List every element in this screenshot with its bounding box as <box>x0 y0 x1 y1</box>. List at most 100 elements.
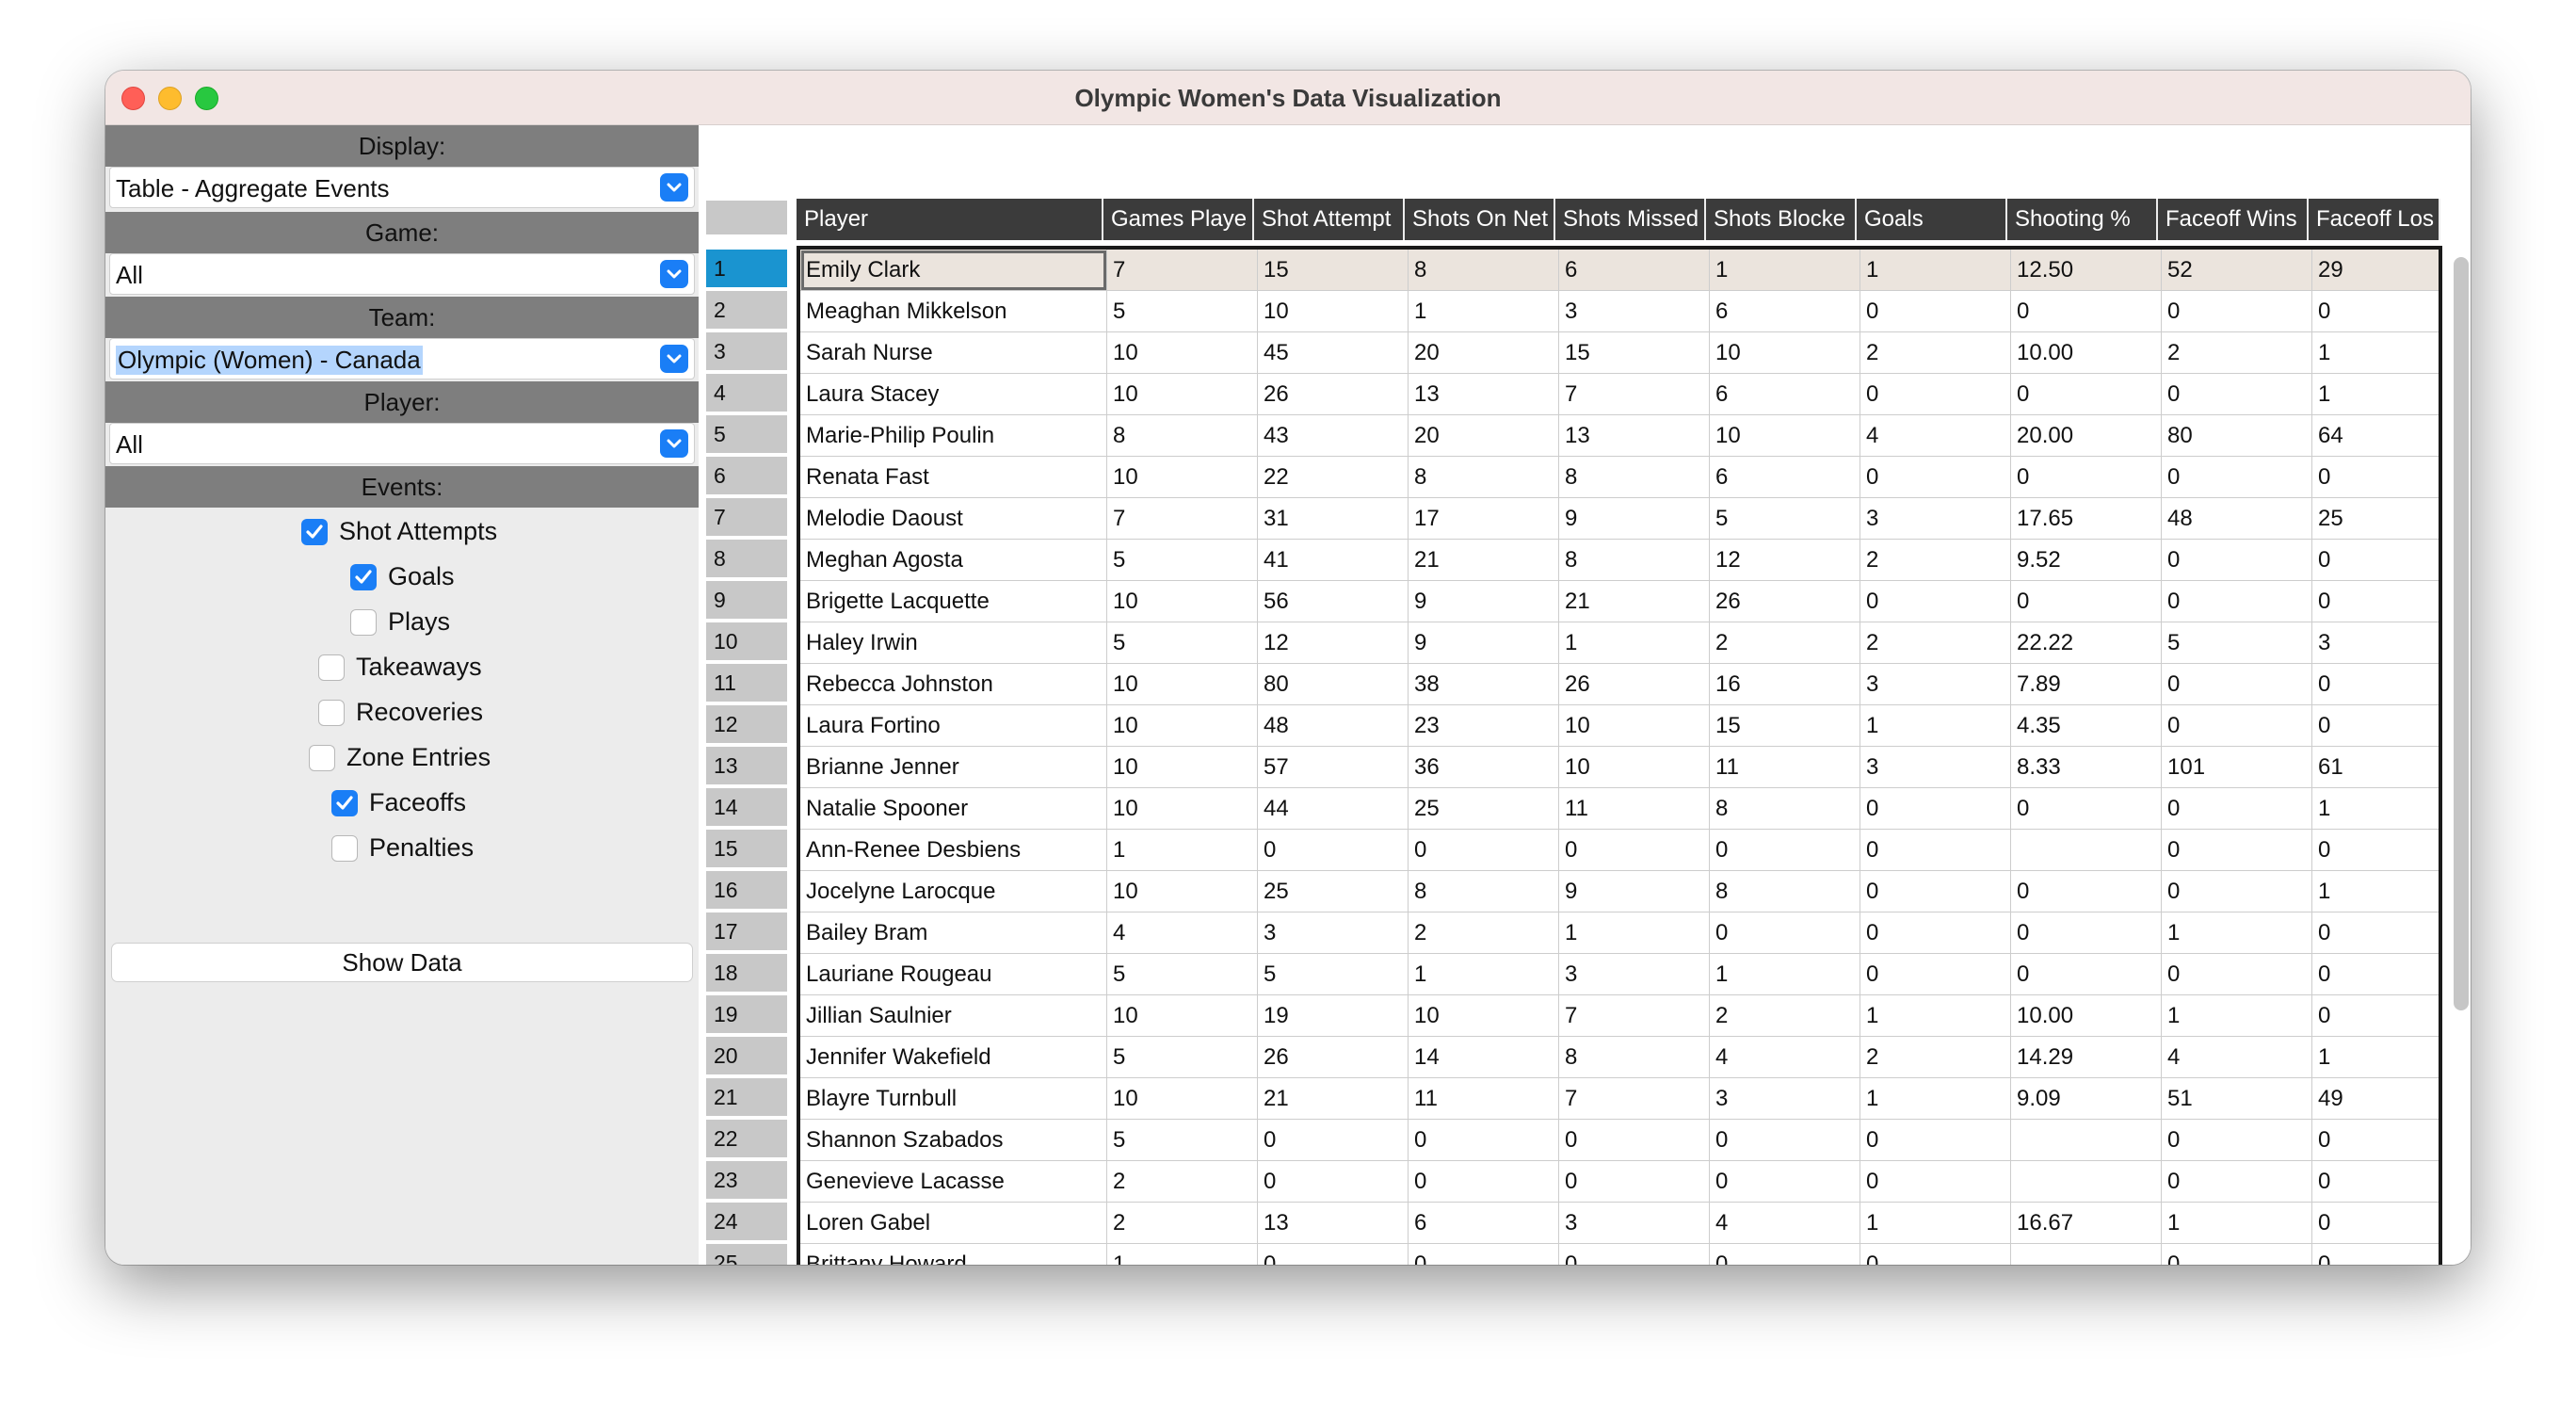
table-row[interactable]: Rebecca Johnston 10 80 38 26 16 3 7.89 0 0 <box>800 664 2439 705</box>
row-number[interactable]: 15 <box>706 830 787 869</box>
table-cell[interactable]: 0 <box>1409 1244 1559 1265</box>
table-cell[interactable]: 0 <box>2011 291 2162 332</box>
table-cell[interactable]: 56 <box>1258 581 1409 622</box>
table-cell[interactable]: 0 <box>1860 291 2011 332</box>
player-name-cell[interactable]: Blayre Turnbull <box>800 1078 1107 1120</box>
table-cell[interactable]: 0 <box>2011 871 2162 912</box>
table-cell[interactable]: 0 <box>1409 1120 1559 1161</box>
row-number[interactable]: 17 <box>706 912 787 952</box>
table-cell[interactable]: 0 <box>1559 1244 1710 1265</box>
table-cell[interactable]: 3 <box>1710 1078 1860 1120</box>
table-cell[interactable]: 3 <box>1559 291 1710 332</box>
table-cell[interactable]: 0 <box>1258 1244 1409 1265</box>
table-row[interactable]: Genevieve Lacasse 2 0 0 0 0 0 0 0 <box>800 1161 2439 1203</box>
event-checkbox-shot-attempts[interactable]: Shot Attempts <box>105 511 699 553</box>
table-cell[interactable]: 5 <box>1107 954 1258 995</box>
table-cell[interactable]: 10 <box>1710 332 1860 374</box>
table-cell[interactable]: 2 <box>1710 995 1860 1037</box>
row-number[interactable]: 14 <box>706 788 787 828</box>
table-cell[interactable]: 8 <box>1107 415 1258 457</box>
table-cell[interactable]: 7 <box>1107 498 1258 540</box>
table-row[interactable]: Lauriane Rougeau 5 5 1 3 1 0 0 0 0 <box>800 954 2439 995</box>
player-name-cell[interactable]: Laura Fortino <box>800 705 1107 747</box>
column-header[interactable]: Faceoff Los <box>2309 199 2440 240</box>
table-cell[interactable]: 3 <box>1559 1203 1710 1244</box>
table-cell[interactable]: 0 <box>1860 457 2011 498</box>
player-name-cell[interactable]: Brianne Jenner <box>800 747 1107 788</box>
row-number[interactable]: 24 <box>706 1203 787 1242</box>
checkbox-unchecked-icon[interactable] <box>318 699 345 726</box>
table-cell[interactable]: 1 <box>2162 912 2312 954</box>
table-cell[interactable]: 0 <box>2011 954 2162 995</box>
table-cell[interactable]: 26 <box>1710 581 1860 622</box>
show-data-button[interactable]: Show Data <box>111 943 693 982</box>
table-cell[interactable] <box>2011 830 2162 871</box>
event-checkbox-goals[interactable]: Goals <box>105 557 699 598</box>
table-cell[interactable]: 2 <box>1409 912 1559 954</box>
event-checkbox-faceoffs[interactable]: Faceoffs <box>105 783 699 824</box>
table-cell[interactable]: 43 <box>1258 415 1409 457</box>
player-name-cell[interactable]: Laura Stacey <box>800 374 1107 415</box>
event-checkbox-plays[interactable]: Plays <box>105 602 699 643</box>
table-cell[interactable]: 1 <box>1107 830 1258 871</box>
table-cell[interactable]: 7 <box>1559 1078 1710 1120</box>
table-cell[interactable]: 5 <box>1107 1037 1258 1078</box>
table-cell[interactable]: 10 <box>1710 415 1860 457</box>
row-number[interactable]: 11 <box>706 664 787 703</box>
table-cell[interactable]: 11 <box>1409 1078 1559 1120</box>
table-cell[interactable]: 0 <box>2312 830 2439 871</box>
table-cell[interactable]: 0 <box>1710 1244 1860 1265</box>
table-cell[interactable]: 41 <box>1258 540 1409 581</box>
table-cell[interactable]: 8 <box>1409 871 1559 912</box>
team-select[interactable]: Olympic (Women) - Canada <box>109 338 695 380</box>
event-checkbox-takeaways[interactable]: Takeaways <box>105 647 699 688</box>
table-cell[interactable]: 10 <box>1107 871 1258 912</box>
event-checkbox-recoveries[interactable]: Recoveries <box>105 692 699 734</box>
table-cell[interactable]: 1 <box>1559 622 1710 664</box>
table-cell[interactable]: 31 <box>1258 498 1409 540</box>
table-cell[interactable]: 0 <box>1258 1120 1409 1161</box>
table-cell[interactable]: 9 <box>1409 581 1559 622</box>
table-cell[interactable]: 26 <box>1559 664 1710 705</box>
table-cell[interactable]: 12 <box>1258 622 1409 664</box>
table-cell[interactable]: 0 <box>2162 830 2312 871</box>
table-cell[interactable]: 0 <box>1710 912 1860 954</box>
table-cell[interactable]: 8 <box>1710 788 1860 830</box>
table-cell[interactable]: 7 <box>1559 374 1710 415</box>
table-cell[interactable]: 10 <box>1107 1078 1258 1120</box>
table-cell[interactable]: 5 <box>1107 1120 1258 1161</box>
table-cell[interactable]: 15 <box>1559 332 1710 374</box>
table-cell[interactable]: 8 <box>1409 457 1559 498</box>
player-name-cell[interactable]: Bailey Bram <box>800 912 1107 954</box>
table-cell[interactable]: 0 <box>2162 705 2312 747</box>
row-number[interactable]: 2 <box>706 291 787 331</box>
table-cell[interactable]: 38 <box>1409 664 1559 705</box>
table-cell[interactable]: 4 <box>1860 415 2011 457</box>
table-cell[interactable]: 0 <box>2162 581 2312 622</box>
table-cell[interactable]: 36 <box>1409 747 1559 788</box>
table-cell[interactable]: 5 <box>1107 291 1258 332</box>
table-cell[interactable]: 0 <box>1860 954 2011 995</box>
table-cell[interactable]: 10 <box>1107 332 1258 374</box>
table-cell[interactable]: 6 <box>1559 250 1710 291</box>
table-cell[interactable]: 25 <box>1258 871 1409 912</box>
table-cell[interactable]: 0 <box>1710 1161 1860 1203</box>
table-cell[interactable]: 2 <box>1710 622 1860 664</box>
table-cell[interactable]: 0 <box>2162 664 2312 705</box>
table-cell[interactable]: 2 <box>2162 332 2312 374</box>
table-cell[interactable]: 101 <box>2162 747 2312 788</box>
row-number[interactable]: 20 <box>706 1037 787 1076</box>
row-number[interactable]: 3 <box>706 332 787 372</box>
table-cell[interactable]: 0 <box>2162 291 2312 332</box>
table-cell[interactable]: 10 <box>1559 705 1710 747</box>
row-number[interactable]: 7 <box>706 498 787 538</box>
table-cell[interactable]: 8 <box>1559 457 1710 498</box>
table-cell[interactable]: 0 <box>2162 1244 2312 1265</box>
table-cell[interactable]: 10.00 <box>2011 995 2162 1037</box>
table-cell[interactable]: 1 <box>1409 291 1559 332</box>
table-cell[interactable]: 0 <box>1258 830 1409 871</box>
checkbox-unchecked-icon[interactable] <box>331 834 358 862</box>
table-cell[interactable]: 80 <box>1258 664 1409 705</box>
table-cell[interactable]: 0 <box>2312 1161 2439 1203</box>
table-cell[interactable]: 7 <box>1559 995 1710 1037</box>
